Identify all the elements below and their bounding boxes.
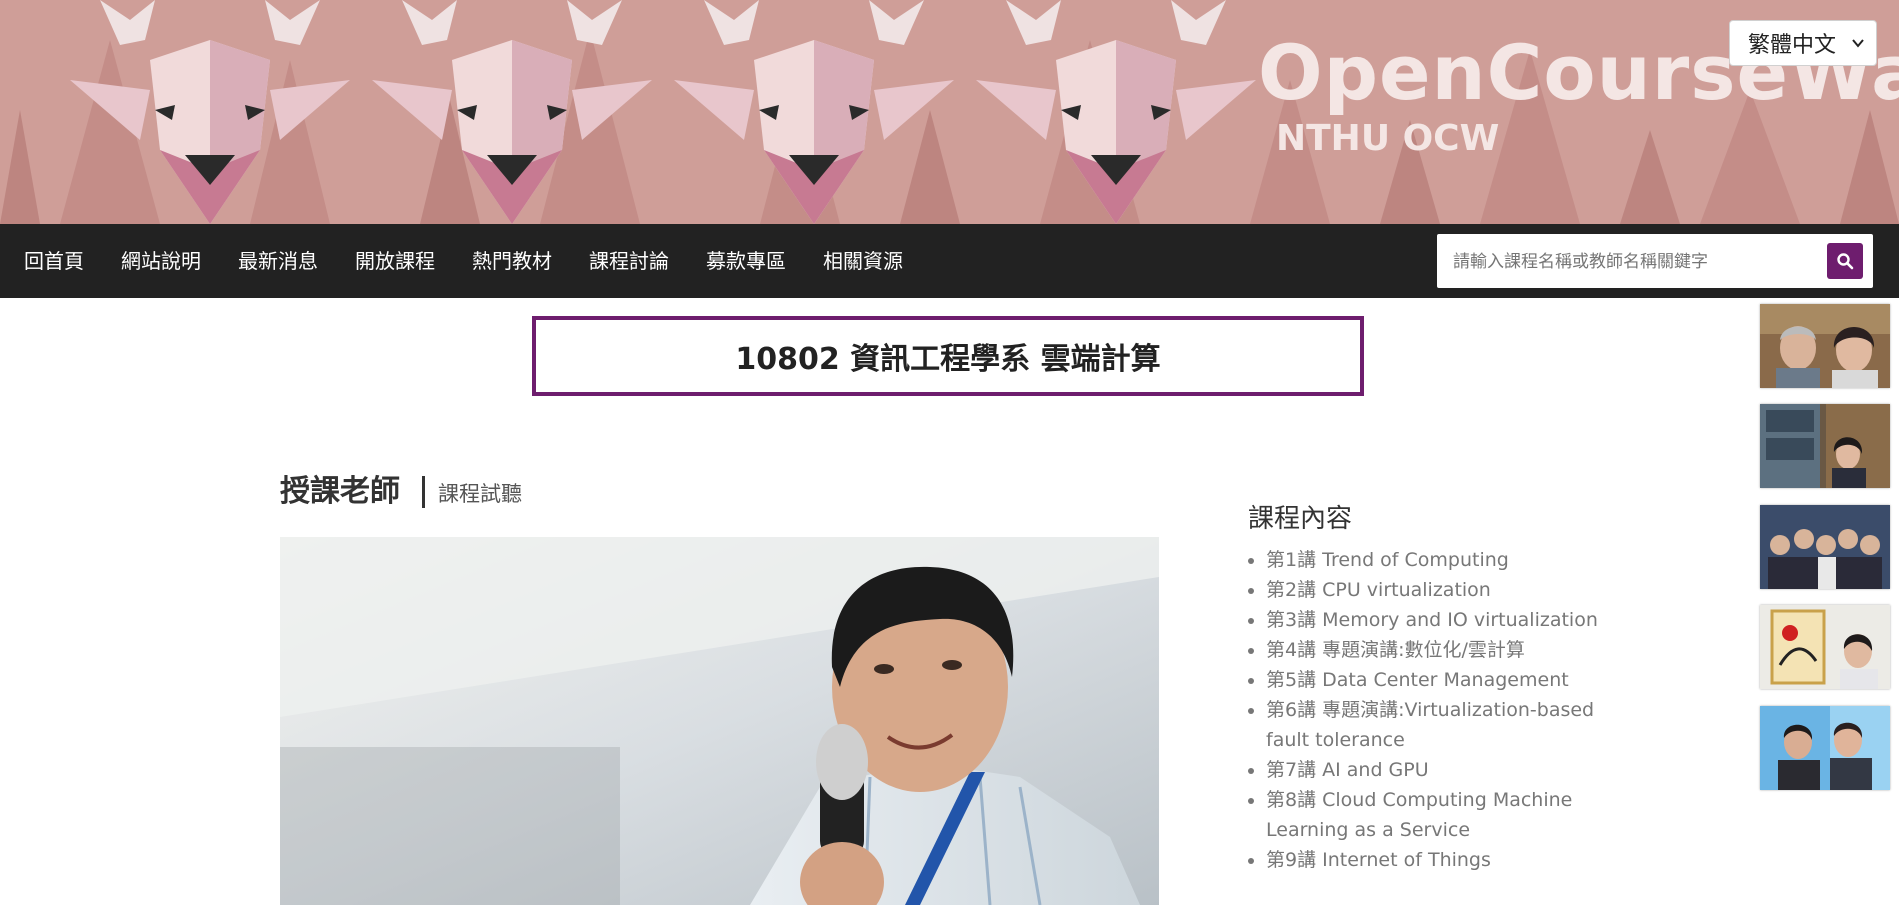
language-select[interactable]: 繁體中文: [1729, 20, 1877, 66]
thumbnail-3[interactable]: [1760, 505, 1890, 589]
search-box: [1437, 234, 1873, 288]
teacher-heading: 授課老師: [280, 474, 400, 509]
lecture-item-3[interactable]: 第3講 Memory and IO virtualization: [1266, 605, 1606, 635]
thumbnail-1[interactable]: [1760, 304, 1890, 388]
course-content-heading: 課程內容: [1248, 504, 1353, 534]
teacher-photo: [280, 537, 1159, 905]
heading-divider: [422, 476, 425, 508]
nav-item-news[interactable]: 最新消息: [238, 224, 318, 298]
lecture-item-8[interactable]: 第8講 Cloud Computing Machine Learning as …: [1266, 785, 1606, 845]
site-banner: OpenCourseWare NTHU OCW: [0, 0, 1899, 224]
nav-item-discussion[interactable]: 課程討論: [589, 224, 669, 298]
search-input[interactable]: [1451, 242, 1795, 282]
lecture-list: 第1講 Trend of Computing 第2講 CPU virtualiz…: [1248, 545, 1606, 875]
thumbnail-5[interactable]: [1760, 706, 1890, 790]
nav-item-home[interactable]: 回首頁: [24, 224, 84, 298]
lecture-item-7[interactable]: 第7講 AI and GPU: [1266, 755, 1606, 785]
lecture-item-6[interactable]: 第6講 專題演講:Virtualization-based fault tole…: [1266, 695, 1606, 755]
lecture-item-4[interactable]: 第4講 專題演講:數位化/雲計算: [1266, 635, 1606, 665]
nav-item-resources[interactable]: 相關資源: [823, 224, 903, 298]
lecture-item-2[interactable]: 第2講 CPU virtualization: [1266, 575, 1606, 605]
course-trial-link[interactable]: 課程試聽: [438, 478, 522, 508]
lecture-item-5[interactable]: 第5講 Data Center Management: [1266, 665, 1606, 695]
search-icon: [1837, 253, 1854, 270]
thumbnail-4[interactable]: [1760, 605, 1890, 689]
nav-item-courses[interactable]: 開放課程: [355, 224, 435, 298]
nav-item-about[interactable]: 網站說明: [121, 224, 201, 298]
nav-item-donation[interactable]: 募款專區: [706, 224, 786, 298]
nav-item-popular[interactable]: 熱門教材: [472, 224, 552, 298]
deer-illustration-1: [70, 0, 350, 224]
thumbnail-2[interactable]: [1760, 404, 1890, 488]
nav-menu: 回首頁 網站說明 最新消息 開放課程 熱門教材 課程討論 募款專區 相關資源: [24, 224, 940, 298]
deer-illustration-4: [976, 0, 1256, 224]
deer-illustration-3: [674, 0, 954, 224]
lecture-item-9[interactable]: 第9講 Internet of Things: [1266, 845, 1606, 875]
lecture-item-1[interactable]: 第1講 Trend of Computing: [1266, 545, 1606, 575]
deer-illustration-2: [372, 0, 652, 224]
search-button[interactable]: [1827, 243, 1863, 279]
course-title: 10802 資訊工程學系 雲端計算: [532, 316, 1364, 396]
brand-subtitle: NTHU OCW: [1276, 118, 1500, 159]
language-select-value: 繁體中文: [1748, 33, 1837, 58]
chevron-down-icon: [1852, 39, 1864, 48]
